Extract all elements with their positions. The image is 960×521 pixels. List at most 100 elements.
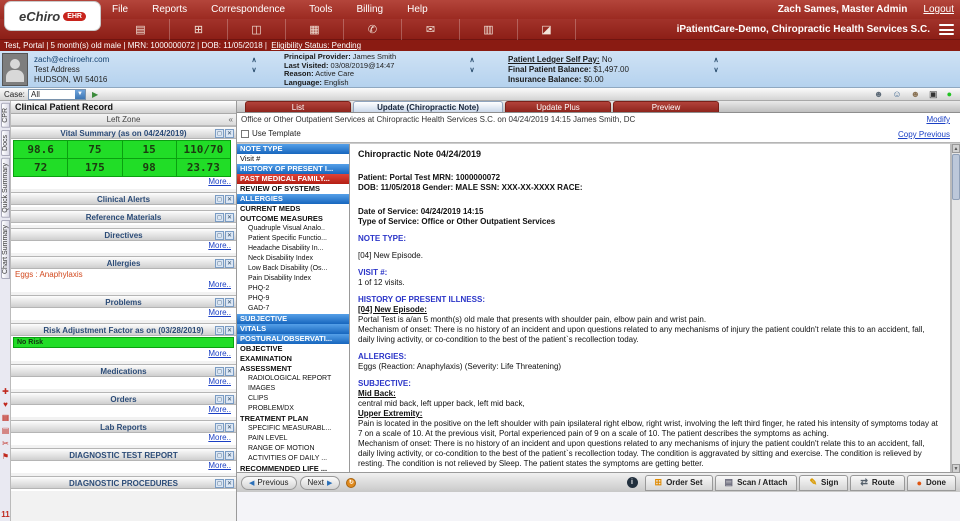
note-nav-item[interactable]: CLIPS (237, 394, 349, 404)
section-header[interactable]: Problems ◻ ✕ (11, 295, 236, 308)
note-nav-item[interactable]: Headache Disability In... (237, 244, 349, 254)
more-link[interactable]: More.. (11, 349, 236, 359)
done-button[interactable]: ● Done (906, 474, 956, 491)
alerts-icon[interactable]: ✚ (2, 387, 9, 396)
section-header[interactable]: Risk Adjustment Factor as on (03/28/2019… (11, 323, 236, 336)
section-restore-icon[interactable]: ◻ (215, 231, 224, 240)
menu-correspondence[interactable]: Correspondence (211, 4, 285, 15)
sidebar-tab-cpr[interactable]: CPR (1, 103, 10, 128)
more-link[interactable]: More.. (11, 308, 236, 318)
note-nav-item[interactable]: CURRENT MEDS (237, 204, 349, 214)
section-close-icon[interactable]: ✕ (225, 259, 234, 268)
section-restore-icon[interactable]: ◻ (215, 298, 224, 307)
patient-icon[interactable]: ☺ (892, 89, 901, 100)
sidebar-tab-chart-summary[interactable]: Chart Summary (1, 219, 10, 279)
note-content[interactable]: Chiropractic Note 04/24/2019 Patient: Por… (350, 144, 951, 473)
note-nav-item[interactable]: IMAGES (237, 384, 349, 394)
favorites-icon[interactable]: ♥ (3, 400, 8, 409)
camera-icon[interactable]: ▣ (929, 89, 938, 100)
section-restore-icon[interactable]: ◻ (215, 213, 224, 222)
note-nav-item[interactable]: Pain Disability Index (237, 274, 349, 284)
note-nav-item[interactable]: GAD-7 (237, 304, 349, 314)
tab-update-plus[interactable]: Update Plus (505, 101, 611, 112)
more-link[interactable]: More.. (11, 377, 236, 387)
apps-grid-icon[interactable]: ⊞ (170, 19, 228, 40)
section-close-icon[interactable]: ✕ (225, 298, 234, 307)
app-logo[interactable]: eChiro EHR (4, 1, 101, 31)
flag-icon[interactable]: ⚑ (2, 452, 9, 461)
note-nav-item[interactable]: Neck Disability Index (237, 254, 349, 264)
section-header[interactable]: Directives ◻ ✕ (11, 228, 236, 241)
more-link[interactable]: More.. (11, 280, 236, 290)
note-nav-item[interactable]: POSTURAL/OBSERVATI... (237, 334, 349, 344)
section-restore-icon[interactable]: ◻ (215, 259, 224, 268)
section-close-icon[interactable]: ✕ (225, 367, 234, 376)
section-header[interactable]: DIAGNOSTIC PROCEDURES ◻ ✕ (11, 476, 236, 489)
calendar-icon[interactable]: ▦ (2, 413, 10, 422)
info-icon[interactable]: i (626, 477, 638, 488)
online-status-icon[interactable]: ● (947, 89, 952, 100)
mail-icon[interactable]: ✉ (402, 19, 460, 40)
note-nav-item[interactable]: OUTCOME MEASURES (237, 214, 349, 224)
section-header[interactable]: DIAGNOSTIC TEST REPORT ◻ ✕ (11, 448, 236, 461)
reports-chart-icon[interactable]: ◪ (518, 19, 576, 40)
section-close-icon[interactable]: ✕ (225, 129, 234, 138)
left-zone-bar[interactable]: Left Zone « (11, 114, 236, 126)
sign-button[interactable]: ✎ Sign (799, 474, 849, 491)
note-nav-item[interactable]: PHQ-2 (237, 284, 349, 294)
more-link[interactable]: More.. (11, 241, 236, 251)
sidebar-tab-quick-summary[interactable]: Quick Summary (1, 157, 10, 218)
section-header[interactable]: Allergies ◻ ✕ (11, 256, 236, 269)
note-nav-item[interactable]: REVIEW OF SYSTEMS (237, 184, 349, 194)
scan-attach-button[interactable]: ▤ Scan / Attach (714, 474, 798, 491)
note-nav-item[interactable]: OBJECTIVE (237, 344, 349, 354)
note-nav-item[interactable]: RADIOLOGICAL REPORT (237, 374, 349, 384)
patient-photo[interactable] (2, 53, 28, 86)
collapse-toggle-contact[interactable]: ∧ ∨ (249, 56, 259, 74)
section-header[interactable]: Medications ◻ ✕ (11, 364, 236, 377)
note-nav-item[interactable]: NOTE TYPE (237, 144, 349, 154)
menu-help[interactable]: Help (407, 4, 428, 15)
section-header[interactable]: Clinical Alerts ◻ ✕ (11, 192, 236, 205)
section-restore-icon[interactable]: ◻ (215, 195, 224, 204)
note-nav-item[interactable]: PAIN LEVEL (237, 434, 349, 444)
note-nav-item[interactable]: EXAMINATION (237, 354, 349, 364)
note-nav-item[interactable]: Patient Specific Functio... (237, 234, 349, 244)
section-restore-icon[interactable]: ◻ (215, 395, 224, 404)
menu-reports[interactable]: Reports (152, 4, 187, 15)
more-link[interactable]: More.. (11, 433, 236, 443)
tab-update-chiropractic-note[interactable]: Update (Chiropractic Note) (353, 101, 503, 112)
calendar-icon[interactable]: ▦ (286, 19, 344, 40)
section-restore-icon[interactable]: ◻ (215, 367, 224, 376)
document-icon[interactable]: ▤ (2, 426, 10, 435)
note-nav-item[interactable]: VITALS (237, 324, 349, 334)
note-nav-item[interactable]: SPECIFIC MEASURABL... (237, 424, 349, 434)
vital-summary-header[interactable]: Vital Summary (as on 04/24/2019) ◻ ✕ (11, 126, 236, 139)
modify-link[interactable]: Modify (926, 115, 950, 124)
section-restore-icon[interactable]: ◻ (215, 451, 224, 460)
note-nav-item[interactable]: Low Back Disability (Os... (237, 264, 349, 274)
next-button[interactable]: Next ▶ (299, 475, 341, 490)
section-restore-icon[interactable]: ◻ (215, 423, 224, 432)
section-restore-icon[interactable]: ◻ (215, 479, 224, 488)
provider-icon[interactable]: ☻ (911, 89, 920, 100)
use-template-checkbox[interactable] (241, 129, 249, 138)
eligibility-status-link[interactable]: Eligibility Status: Pending (271, 41, 361, 50)
section-restore-icon[interactable]: ◻ (215, 129, 224, 138)
patient-groups-icon[interactable]: ☻ (874, 89, 883, 100)
collapse-toggle-visit[interactable]: ∧ ∨ (467, 56, 477, 74)
section-close-icon[interactable]: ✕ (225, 395, 234, 404)
section-close-icon[interactable]: ✕ (225, 326, 234, 335)
more-link[interactable]: More.. (11, 405, 236, 415)
note-nav-item[interactable]: ACTIVITIES OF DAILY ... (237, 454, 349, 464)
route-button[interactable]: ⇄ Route (850, 474, 905, 491)
note-nav-item[interactable]: PROBLEM/DX (237, 404, 349, 414)
more-link[interactable]: More.. (11, 461, 236, 471)
section-header[interactable]: Reference Materials ◻ ✕ (11, 210, 236, 223)
more-link[interactable]: More.. (11, 177, 236, 187)
case-dropdown[interactable]: All ▼ (28, 89, 86, 100)
note-nav-item[interactable]: TREATMENT PLAN (237, 414, 349, 424)
note-nav-item[interactable]: RANGE OF MOTION (237, 444, 349, 454)
section-close-icon[interactable]: ✕ (225, 231, 234, 240)
cut-icon[interactable]: ✂ (2, 439, 9, 448)
